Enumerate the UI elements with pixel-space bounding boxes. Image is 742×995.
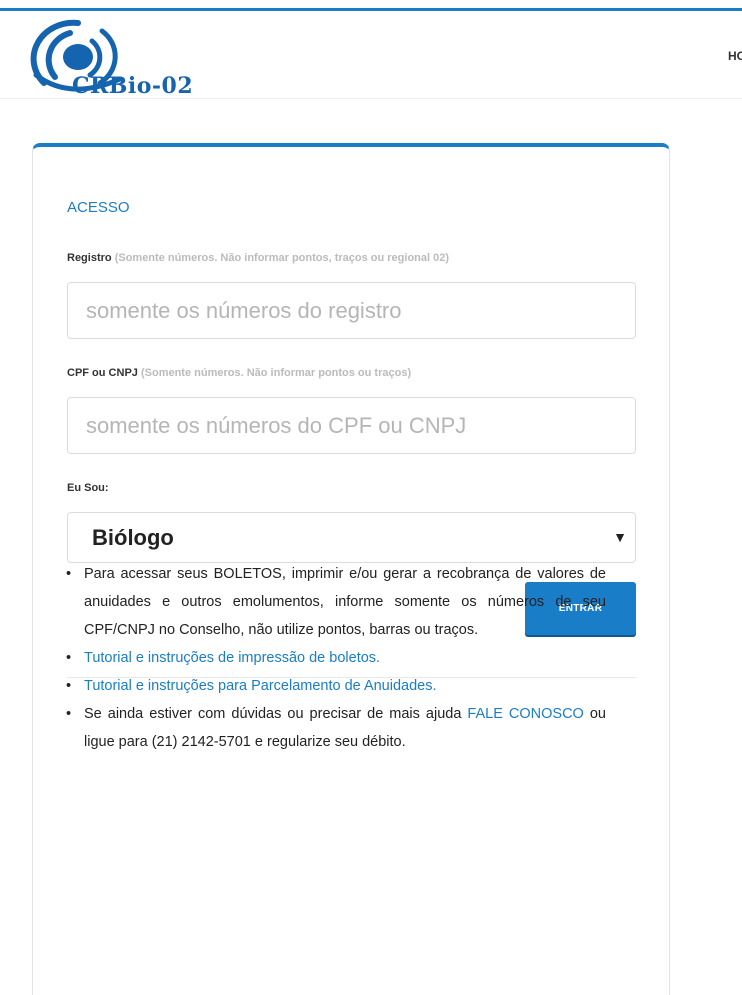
info-item-boletos: Para acessar seus BOLETOS, imprimir e/ou… (66, 560, 606, 644)
registro-hint: (Somente números. Não informar pontos, t… (114, 252, 450, 264)
cpf-input[interactable] (67, 397, 636, 454)
info-list: Para acessar seus BOLETOS, imprimir e/ou… (66, 560, 606, 756)
registro-label: Registro (Somente números. Não informar … (67, 252, 449, 264)
registro-label-text: Registro (67, 252, 112, 264)
caret-down-icon: ▼ (613, 529, 627, 545)
cpf-label: CPF ou CNPJ (Somente números. Não inform… (67, 367, 411, 379)
info-item-tutorial-boletos: Tutorial e instruções de impressão de bo… (66, 644, 606, 672)
eu-sou-select[interactable]: Biólogo ▼ (67, 512, 636, 563)
card-title: ACESSO (67, 199, 130, 216)
fale-conosco-link[interactable]: FALE CONOSCO (467, 706, 583, 722)
info-item-ajuda: Se ainda estiver com dúvidas ou precisar… (66, 700, 606, 756)
crbio-logo[interactable]: CRBio-02 (30, 19, 230, 103)
tutorial-boletos-link[interactable]: Tutorial e instruções de impressão de bo… (84, 650, 380, 666)
eu-sou-selected-value: Biólogo (92, 525, 174, 550)
cpf-label-text: CPF ou CNPJ (67, 367, 138, 379)
eu-sou-label: Eu Sou: (67, 482, 109, 494)
nav-item-home[interactable]: HOME (728, 49, 742, 63)
cpf-hint: (Somente números. Não informar pontos ou… (140, 367, 412, 379)
registro-input[interactable] (67, 282, 636, 339)
tutorial-parcelamento-link[interactable]: Tutorial e instruções para Parcelamento … (84, 678, 437, 694)
ajuda-prefix: Se ainda estiver com dúvidas ou precisar… (84, 706, 468, 722)
info-item-tutorial-parcelamento: Tutorial e instruções para Parcelamento … (66, 672, 606, 700)
logo-text: CRBio-02 (72, 73, 194, 99)
site-header: CRBio-02 HOME (0, 11, 742, 99)
